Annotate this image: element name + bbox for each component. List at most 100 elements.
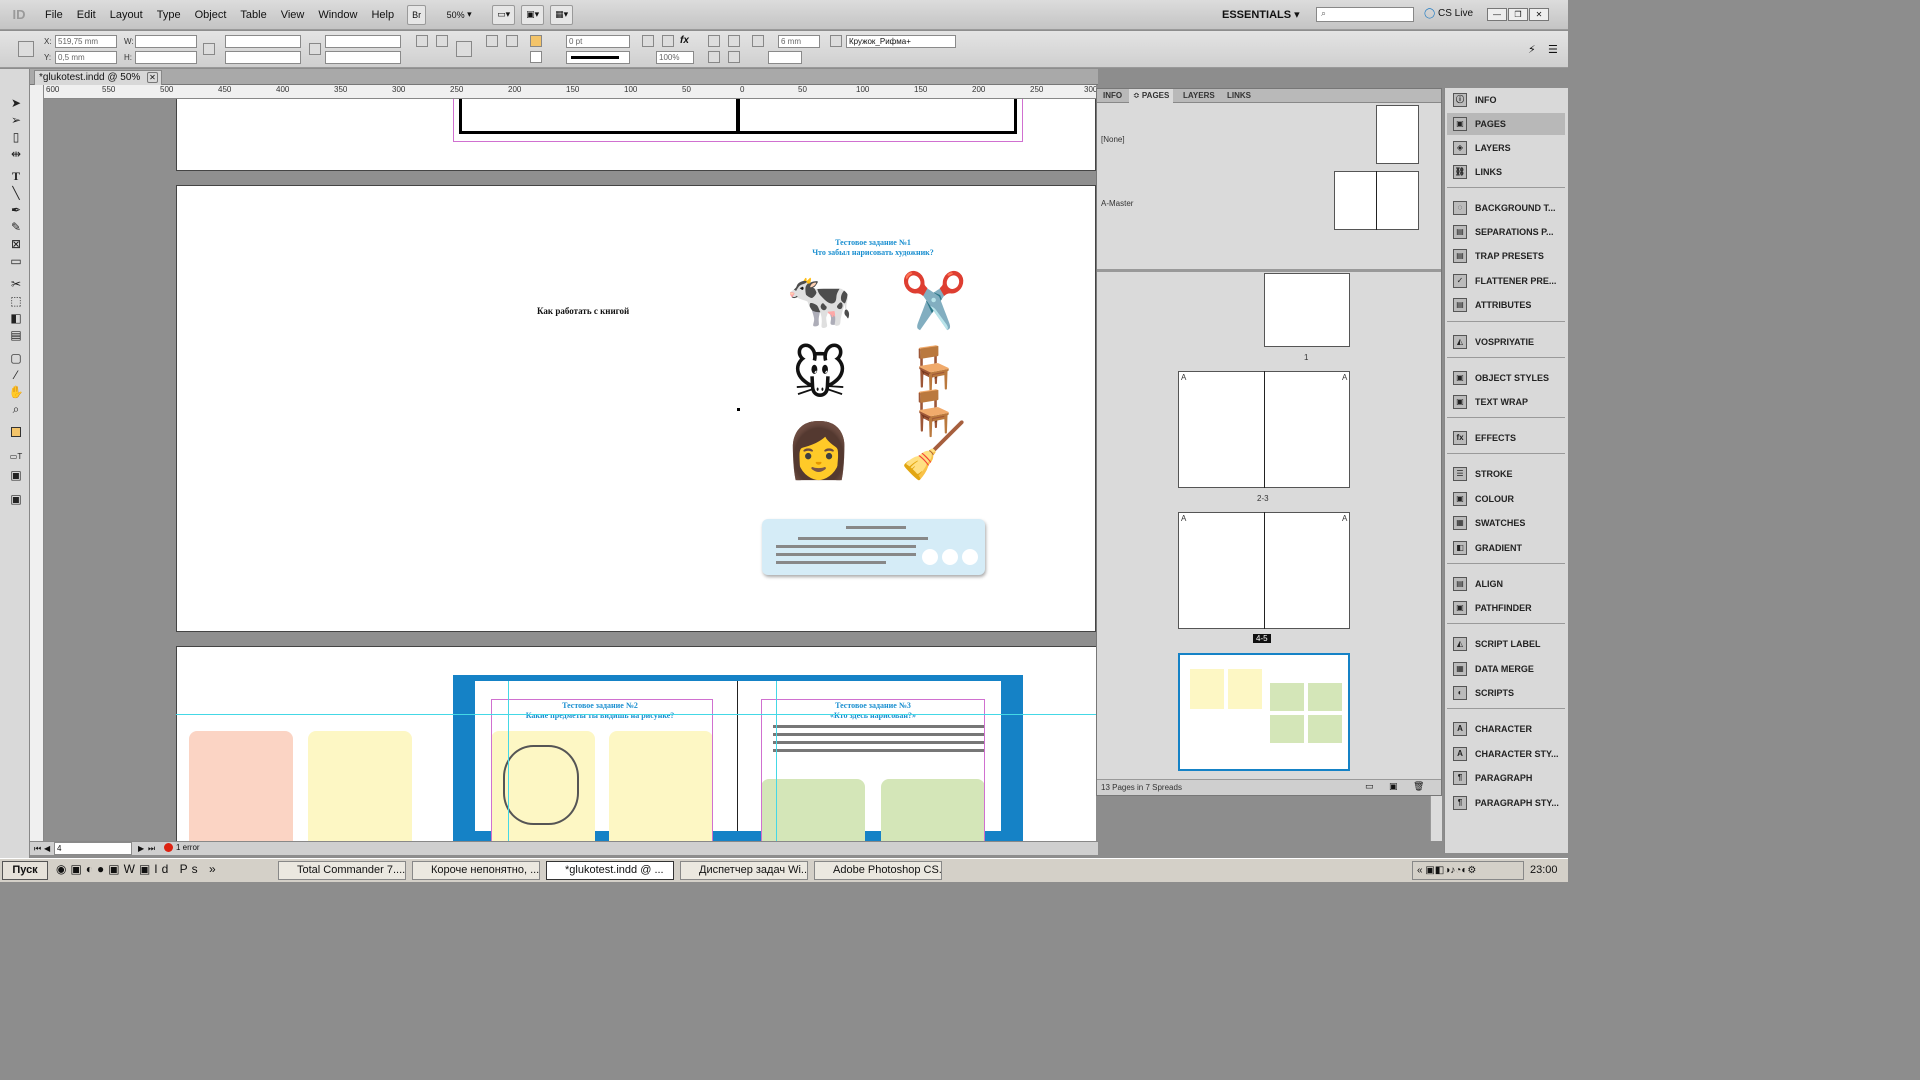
system-tray[interactable]: « ▣◧◑♪◔◐⚙: [1412, 861, 1524, 880]
menu-type[interactable]: Type: [150, 9, 188, 21]
dock-data-merge[interactable]: ▦ DATA MERGE: [1447, 658, 1565, 680]
reference-point-icon[interactable]: [18, 41, 34, 57]
taskbar-clock[interactable]: 23:00: [1530, 864, 1558, 876]
task1-title[interactable]: Тестовое задание №1: [763, 238, 983, 247]
scissors-tool-icon[interactable]: ✂: [7, 276, 25, 292]
pen-tool-icon[interactable]: ✒: [7, 202, 25, 218]
pencil-tool-icon[interactable]: ✎: [7, 219, 25, 235]
arrange-documents-button[interactable]: ▦▾: [550, 4, 574, 25]
scale-y-field[interactable]: [225, 51, 301, 64]
screen-mode-icon[interactable]: ▣: [7, 491, 25, 507]
drop-shadow-icon[interactable]: [642, 35, 654, 47]
dock-background-tasks[interactable]: ◌ BACKGROUND T...: [1447, 197, 1565, 219]
yellow-card[interactable]: [308, 731, 412, 841]
menu-object[interactable]: Object: [188, 9, 234, 21]
none-master-thumb[interactable]: [1376, 105, 1419, 164]
distribute-icon[interactable]: [728, 51, 740, 63]
shear-field[interactable]: [325, 51, 401, 64]
workspace-switcher[interactable]: ESSENTIALS ▾: [1222, 8, 1300, 21]
dock-pathfinder[interactable]: ▣ PATHFINDER: [1447, 597, 1565, 619]
dock-layers[interactable]: ◈ LAYERS: [1447, 137, 1565, 159]
page-caption[interactable]: Как работать с книгой: [537, 306, 629, 316]
zoom-dropdown[interactable]: 50% ▾: [432, 5, 486, 25]
dock-scripts[interactable]: ◐ SCRIPTS: [1447, 682, 1565, 704]
help-search-input[interactable]: ⌕: [1316, 7, 1414, 22]
page-spread-2-3[interactable]: Как работать с книгой Тестовое задание №…: [176, 185, 1096, 632]
close-tab-icon[interactable]: ✕: [147, 72, 158, 83]
page-number-field[interactable]: 4: [54, 842, 132, 855]
type-tool-icon[interactable]: T: [7, 168, 25, 184]
rotation-field[interactable]: [325, 35, 401, 48]
link-icon[interactable]: [309, 43, 321, 55]
path-p-icon[interactable]: [456, 41, 472, 57]
new-page-icon[interactable]: ▣: [1389, 781, 1398, 792]
dock-info[interactable]: ⓘ INFO: [1447, 89, 1565, 111]
dock-character[interactable]: A CHARACTER: [1447, 718, 1565, 740]
man-vacuum-image[interactable]: 🧹: [889, 424, 979, 478]
menu-window[interactable]: Window: [311, 9, 364, 21]
rectangle-frame-tool-icon[interactable]: ⊠: [7, 236, 25, 252]
dock-gradient[interactable]: ◧ GRADIENT: [1447, 537, 1565, 559]
lightning-icon[interactable]: ⚡: [1528, 43, 1540, 56]
task1-subtitle[interactable]: Что забыл нарисовать художник?: [763, 248, 983, 257]
fitting-icon[interactable]: [752, 35, 764, 47]
dock-align[interactable]: ▤ ALIGN: [1447, 573, 1565, 595]
gap-field[interactable]: 6 mm: [778, 35, 820, 48]
dock-text-wrap[interactable]: ▣ TEXT WRAP: [1447, 391, 1565, 413]
flip-h-icon[interactable]: [486, 35, 498, 47]
selection-tool-icon[interactable]: ➤: [7, 95, 25, 111]
fill-stroke-icon[interactable]: [7, 425, 25, 441]
none-master-label[interactable]: [None]: [1101, 135, 1125, 144]
gradient-feather-tool-icon[interactable]: ▤: [7, 327, 25, 343]
flip-v-icon[interactable]: [506, 35, 518, 47]
dock-links[interactable]: ⛓ LINKS: [1447, 161, 1565, 183]
effects-fx-icon[interactable]: fx: [680, 35, 692, 47]
a-master-label[interactable]: A-Master: [1101, 199, 1133, 208]
corner-dropdown[interactable]: [768, 51, 802, 64]
align-icon[interactable]: [708, 51, 720, 63]
view-options-button[interactable]: ▭▾: [492, 4, 516, 25]
zoom-tool-icon[interactable]: ⌕: [7, 401, 25, 417]
dock-effects[interactable]: fx EFFECTS: [1447, 427, 1565, 449]
first-page-icon[interactable]: ⏮: [34, 844, 41, 854]
h-field[interactable]: [135, 51, 197, 64]
page-size-icon[interactable]: ▭: [1365, 781, 1374, 792]
dock-swatches[interactable]: ▦ SWATCHES: [1447, 512, 1565, 534]
task-indesign[interactable]: *glukotest.indd @ ...: [546, 861, 674, 880]
bridge-button[interactable]: Br: [407, 4, 427, 25]
dock-paragraph-styles[interactable]: ¶ PARAGRAPH STY...: [1447, 792, 1565, 814]
stroke-type-dropdown[interactable]: [566, 51, 630, 64]
stroke-weight-field[interactable]: 0 pt: [566, 35, 630, 48]
tab-layers[interactable]: LAYERS: [1179, 89, 1219, 103]
object-style-icon[interactable]: [830, 35, 842, 47]
dock-script-label[interactable]: ◭ SCRIPT LABEL: [1447, 633, 1565, 655]
page-spread-top[interactable]: [176, 99, 1096, 171]
formatting-affects-icon[interactable]: ▭T: [7, 449, 25, 465]
menu-layout[interactable]: Layout: [103, 9, 150, 21]
delete-page-icon[interactable]: 🗑: [1413, 781, 1424, 792]
dock-attributes[interactable]: ▤ ATTRIBUTES: [1447, 294, 1565, 316]
tab-pages[interactable]: ≎ PAGES: [1129, 89, 1174, 103]
ruler-guide-v[interactable]: [508, 681, 509, 841]
constrain-icon[interactable]: [203, 43, 215, 55]
fill-swatch-icon[interactable]: [530, 35, 542, 47]
ruler-guide-v[interactable]: [776, 681, 777, 841]
menu-table[interactable]: Table: [233, 9, 273, 21]
quick-launch-icons[interactable]: ◉▣◐●▣W▣Id Ps »: [56, 862, 246, 880]
dock-colour[interactable]: ▣ COLOUR: [1447, 488, 1565, 510]
normal-mode-icon[interactable]: ▣: [7, 467, 25, 483]
document-tab[interactable]: *glukotest.indd @ 50% ✕: [34, 70, 162, 85]
dock-vospriyatie[interactable]: ◭ VOSPRIYATIE: [1447, 331, 1565, 353]
tab-info[interactable]: INFO: [1099, 89, 1126, 103]
gap-tool-icon[interactable]: ⇹: [7, 146, 25, 162]
restore-button[interactable]: ❐: [1508, 8, 1528, 21]
task-photoshop[interactable]: Adobe Photoshop CS...: [814, 861, 942, 880]
panel-menu-icon[interactable]: ☰: [1548, 43, 1560, 56]
panel-divider[interactable]: [1097, 269, 1441, 272]
next-page-icon[interactable]: ▶: [138, 844, 144, 853]
cow-image[interactable]: 🐄: [785, 274, 855, 328]
w-field[interactable]: [135, 35, 197, 48]
salmon-card[interactable]: [189, 731, 293, 841]
rectangle-tool-icon[interactable]: ▭: [7, 253, 25, 269]
woman-ironing-image[interactable]: 👩: [779, 424, 859, 478]
